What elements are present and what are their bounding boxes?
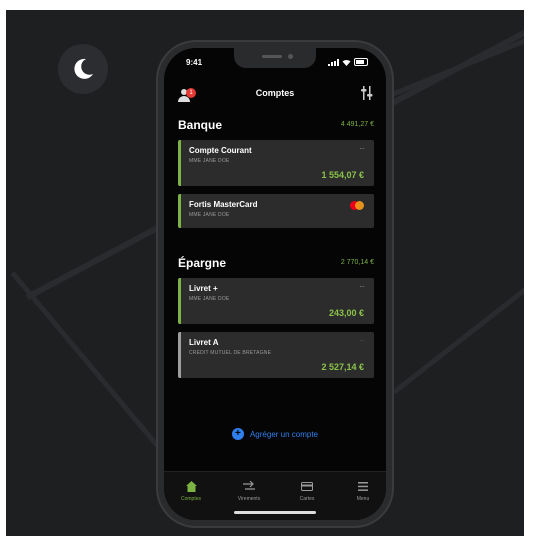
section-epargne: Épargne 2 770,14 € Livret + MME JANE DOE… bbox=[178, 256, 374, 378]
tab-menu[interactable]: Menu bbox=[340, 480, 386, 502]
signal-icon bbox=[328, 58, 339, 66]
account-holder: MME JANE DOE bbox=[189, 158, 230, 164]
section-total: 2 770,14 € bbox=[340, 259, 374, 266]
account-holder: MME JANE DOE bbox=[189, 296, 230, 302]
phone-frame: 9:41 1 Comptes Banque 4 491,27 € Compte … bbox=[156, 40, 394, 528]
account-holder: CREDIT MUTUEL DE BRETAGNE bbox=[189, 350, 272, 356]
account-card-livret-plus[interactable]: Livret + MME JANE DOE ··· 243,00 € bbox=[178, 278, 374, 324]
tab-bar: Comptes Virements Cartes Menu bbox=[164, 471, 386, 520]
account-balance: 243,00 € bbox=[328, 308, 364, 318]
status-bar: 9:41 bbox=[164, 58, 386, 70]
account-balance: 2 527,14 € bbox=[321, 362, 364, 372]
plus-icon: + bbox=[231, 428, 244, 440]
phone-screen: 9:41 1 Comptes Banque 4 491,27 € Compte … bbox=[164, 48, 386, 520]
tab-label: Cartes bbox=[299, 496, 315, 502]
tab-label: Comptes bbox=[180, 496, 201, 502]
account-card-compte-courant[interactable]: Compte Courant MME JANE DOE ··· 1 554,07… bbox=[178, 140, 374, 186]
menu-icon bbox=[358, 481, 368, 491]
home-icon bbox=[185, 480, 197, 492]
section-banque: Banque 4 491,27 € Compte Courant MME JAN… bbox=[178, 118, 374, 228]
section-title: Banque bbox=[178, 118, 223, 132]
account-card-mastercard[interactable]: Fortis MasterCard MME JANE DOE bbox=[178, 194, 374, 228]
tab-virements[interactable]: Virements bbox=[226, 480, 272, 502]
account-card-livret-a[interactable]: Livret A CREDIT MUTUEL DE BRETAGNE ··· 2… bbox=[178, 332, 374, 378]
transfer-icon bbox=[243, 481, 255, 490]
account-name: Fortis MasterCard bbox=[189, 200, 258, 209]
add-account-button[interactable]: + Agréger un compte bbox=[164, 428, 386, 440]
mastercard-logo-icon bbox=[350, 201, 364, 210]
section-title: Épargne bbox=[178, 256, 227, 270]
more-icon[interactable]: ··· bbox=[359, 337, 365, 345]
account-name: Compte Courant bbox=[189, 146, 252, 155]
moon-icon bbox=[74, 58, 93, 79]
section-total: 4 491,27 € bbox=[340, 121, 374, 128]
sliders-icon bbox=[361, 86, 373, 100]
add-account-label: Agréger un compte bbox=[249, 429, 319, 439]
dark-mode-toggle[interactable] bbox=[58, 44, 108, 94]
more-icon[interactable]: ··· bbox=[359, 145, 365, 153]
tab-cartes[interactable]: Cartes bbox=[284, 480, 330, 502]
tab-label: Menu bbox=[356, 496, 370, 502]
status-time: 9:41 bbox=[186, 58, 203, 67]
tab-comptes[interactable]: Comptes bbox=[168, 480, 214, 502]
account-name: Livret A bbox=[189, 338, 219, 347]
home-indicator bbox=[234, 511, 316, 514]
account-balance: 1 554,07 € bbox=[321, 170, 364, 180]
account-name: Livret + bbox=[189, 284, 218, 293]
tab-label: Virements bbox=[237, 496, 261, 502]
nav-bar: 1 Comptes bbox=[164, 84, 386, 104]
filter-button[interactable] bbox=[360, 85, 374, 101]
background-stage: 9:41 1 Comptes Banque 4 491,27 € Compte … bbox=[6, 10, 524, 536]
wifi-icon bbox=[342, 59, 351, 66]
page-title: Comptes bbox=[255, 88, 295, 98]
more-icon[interactable]: ··· bbox=[359, 283, 365, 291]
battery-icon bbox=[354, 58, 368, 66]
account-holder: MME JANE DOE bbox=[189, 212, 230, 218]
map-line bbox=[392, 230, 524, 395]
card-icon bbox=[301, 481, 313, 491]
